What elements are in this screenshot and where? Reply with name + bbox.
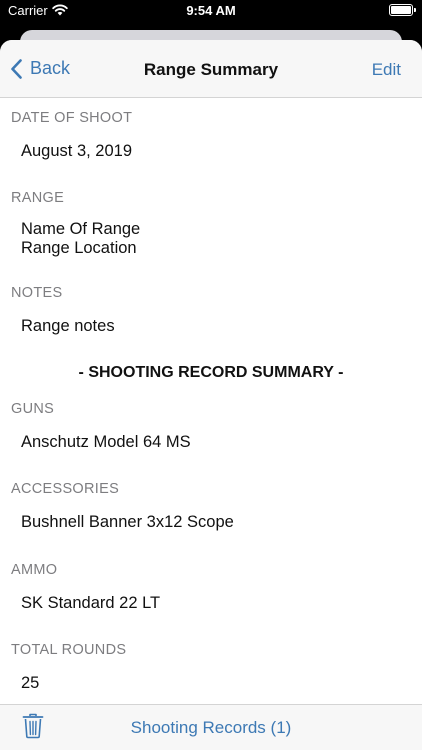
accessories-label: ACCESSORIES (11, 481, 120, 497)
range-label: RANGE (11, 190, 65, 206)
range-summary-sheet: Back Range Summary Edit DATE OF SHOOT Au… (0, 40, 422, 750)
notes-value: Range notes (21, 317, 115, 335)
guns-value: Anschutz Model 64 MS (21, 433, 191, 451)
status-bar: Carrier 9:54 AM (0, 0, 422, 24)
range-name: Name Of Range (21, 220, 141, 238)
notes-label: NOTES (11, 285, 63, 301)
guns-label: GUNS (11, 401, 55, 417)
ammo-value: SK Standard 22 LT (21, 594, 161, 612)
total-rounds-value: 25 (21, 674, 40, 692)
status-time: 9:54 AM (186, 3, 236, 18)
date-value: August 3, 2019 (21, 142, 133, 160)
chevron-left-icon (11, 58, 22, 79)
range-location: Range Location (21, 239, 137, 257)
back-label: Back (30, 58, 71, 78)
bottom-toolbar: Shooting Records (1) (0, 704, 422, 750)
accessories-value: Bushnell Banner 3x12 Scope (21, 513, 234, 531)
date-label: DATE OF SHOOT (11, 110, 133, 126)
battery-icon (389, 4, 416, 16)
total-rounds-label: TOTAL ROUNDS (11, 642, 127, 658)
back-button[interactable]: Back (10, 58, 70, 79)
summary-heading: - SHOOTING RECORD SUMMARY - (78, 364, 344, 381)
ammo-label: AMMO (11, 562, 58, 578)
edit-button[interactable]: Edit (372, 60, 401, 80)
shooting-records-button[interactable]: Shooting Records (1) (0, 718, 422, 738)
navigation-bar: Back Range Summary Edit (0, 40, 422, 98)
